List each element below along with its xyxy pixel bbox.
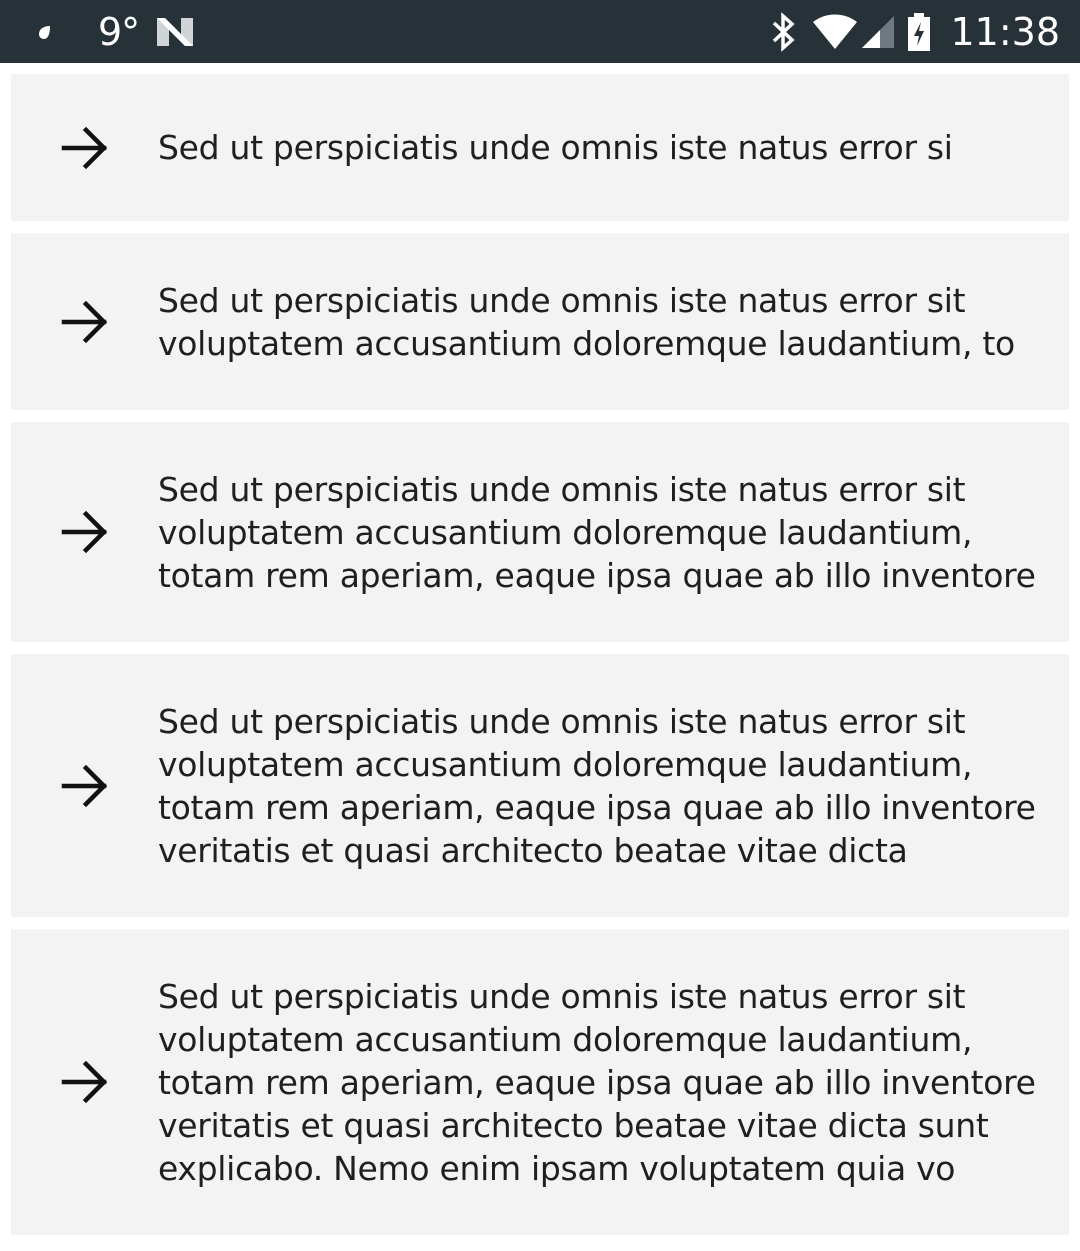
card-list: Sed ut perspiciatis unde omnis iste natu… bbox=[11, 74, 1069, 1247]
battery-charging-icon bbox=[906, 12, 932, 52]
list-item-text: Sed ut perspiciatis unde omnis iste natu… bbox=[158, 469, 1036, 595]
list-item[interactable]: Sed ut perspiciatis unde omnis iste natu… bbox=[11, 654, 1069, 917]
list-item[interactable]: Sed ut perspiciatis unde omnis iste natu… bbox=[11, 929, 1069, 1235]
arrow-right-icon bbox=[11, 764, 158, 807]
n-notification-icon bbox=[155, 16, 195, 48]
list-item-text: Sed ut perspiciatis unde omnis iste natu… bbox=[158, 701, 1036, 870]
arrow-right-icon bbox=[11, 300, 158, 343]
status-bar: 9° 11:38 bbox=[0, 0, 1080, 63]
list-item-text: Sed ut perspiciatis unde omnis iste natu… bbox=[158, 128, 953, 167]
status-bar-right: 11:38 bbox=[770, 0, 1060, 63]
arrow-right-icon bbox=[11, 1061, 158, 1103]
cell-signal-icon bbox=[860, 14, 896, 50]
wifi-icon bbox=[812, 14, 858, 50]
temperature: 9° bbox=[98, 9, 140, 54]
arrow-right-icon bbox=[11, 511, 158, 553]
weather-drop-icon bbox=[36, 23, 54, 41]
list-item-text: Sed ut perspiciatis unde omnis iste natu… bbox=[158, 976, 1036, 1188]
list-item[interactable]: Sed ut perspiciatis unde omnis iste natu… bbox=[11, 74, 1069, 221]
arrow-right-icon bbox=[11, 126, 158, 169]
bluetooth-icon bbox=[770, 11, 798, 52]
list-item-text: Sed ut perspiciatis unde omnis iste natu… bbox=[158, 280, 1015, 363]
clock: 11:38 bbox=[950, 9, 1060, 54]
list-item[interactable]: Sed ut perspiciatis unde omnis iste natu… bbox=[11, 422, 1069, 642]
status-bar-left: 9° bbox=[36, 0, 195, 63]
list-item[interactable]: Sed ut perspiciatis unde omnis iste natu… bbox=[11, 233, 1069, 410]
